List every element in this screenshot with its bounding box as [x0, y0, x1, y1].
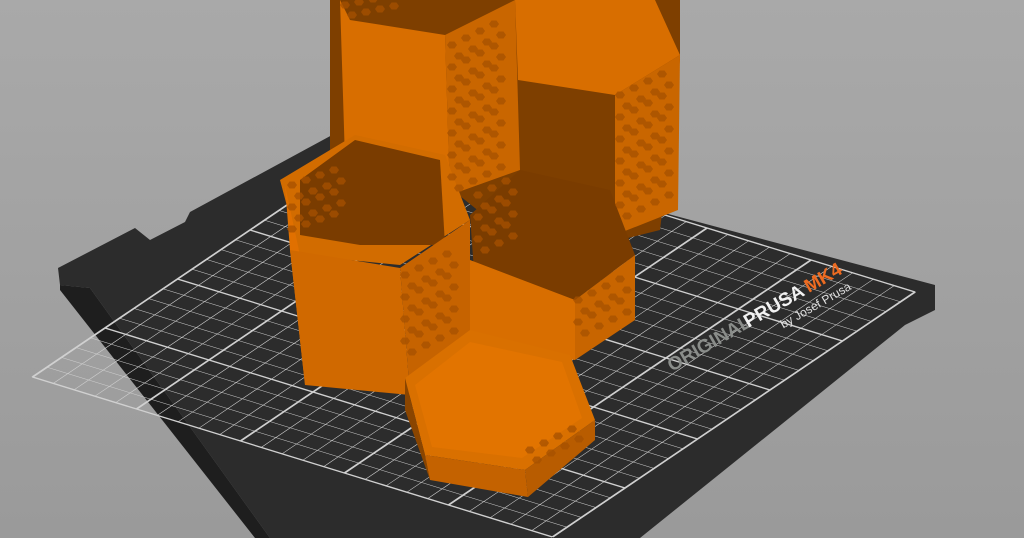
3d-viewport[interactable]: ORIGINAL PRUSA MK4 by Josef Prusa [0, 0, 1024, 538]
